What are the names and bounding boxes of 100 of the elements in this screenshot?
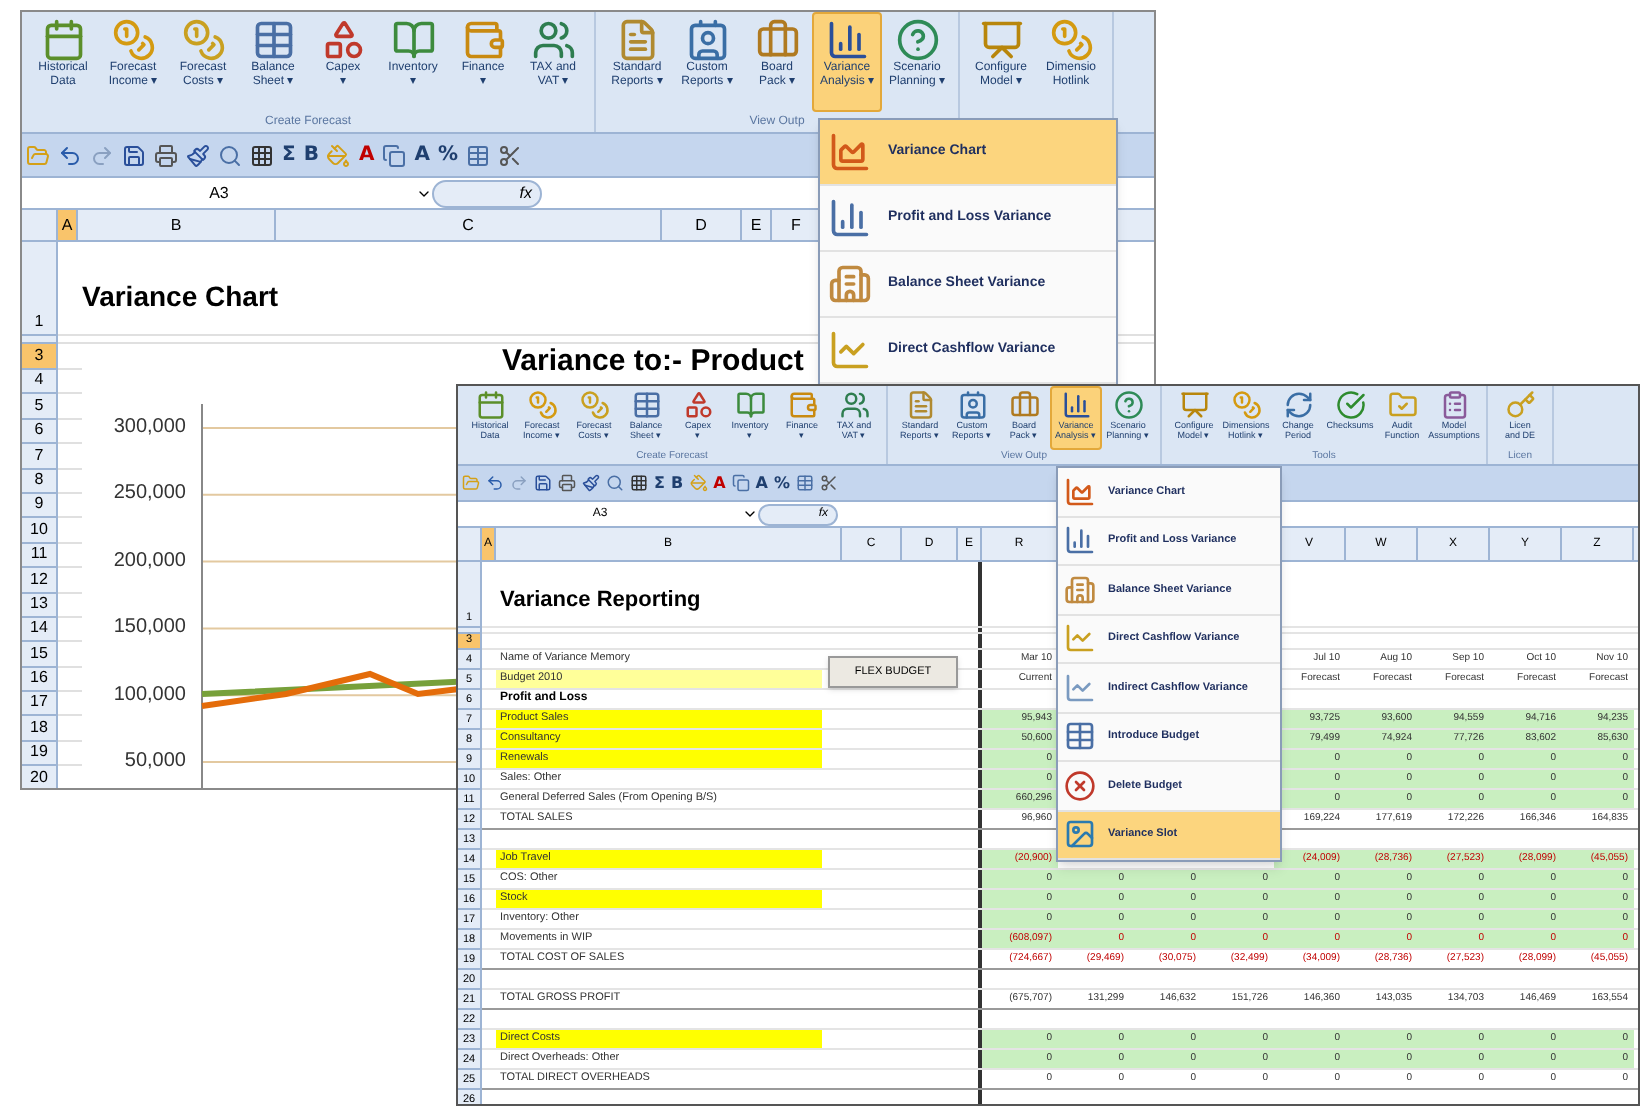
toolbar-symbol[interactable]: A	[414, 145, 430, 165]
column-header[interactable]: D	[662, 210, 742, 240]
magnifier-icon[interactable]	[218, 143, 242, 167]
toolbar-symbol[interactable]: A	[358, 145, 375, 165]
save-icon[interactable]	[534, 474, 552, 492]
row-header[interactable]: 18	[22, 716, 58, 742]
grid-icon[interactable]	[630, 474, 648, 492]
presentation-icon	[979, 18, 1023, 62]
toolbar-symbol[interactable]: %	[437, 145, 458, 165]
toolbar-symbol[interactable]: Σ	[654, 475, 665, 491]
row-header[interactable]: 9	[22, 493, 58, 519]
shapes-icon	[321, 18, 365, 62]
presentation-icon	[1179, 390, 1209, 420]
toolbar-symbol[interactable]: B	[303, 145, 319, 165]
coins-icon	[527, 390, 557, 420]
name-box[interactable]: A3	[22, 181, 416, 205]
book-icon	[391, 18, 435, 62]
wallet-icon	[461, 18, 505, 62]
calendar-icon	[41, 18, 85, 62]
axis-label: 250,000	[111, 482, 186, 507]
row-header[interactable]: 6	[22, 419, 58, 445]
column-header[interactable]: B	[78, 210, 276, 240]
contact-card-icon	[685, 18, 729, 62]
table-icon[interactable]	[466, 143, 490, 167]
undo-icon[interactable]	[58, 143, 82, 167]
undo-icon[interactable]	[486, 474, 504, 492]
row-header[interactable]: 13	[22, 593, 58, 618]
coins-icon	[1049, 18, 1093, 62]
row-header[interactable]: 1	[22, 242, 58, 336]
axis-label: 50,000	[122, 750, 186, 774]
line-chart-icon	[828, 328, 872, 372]
table-icon	[251, 18, 295, 62]
toolbar-symbol[interactable]: %	[773, 475, 790, 491]
toolbar-symbol[interactable]: B	[670, 475, 684, 491]
clipboard-icon	[1439, 390, 1469, 420]
briefcase-icon	[755, 18, 799, 62]
toolbar-symbol[interactable]: A	[713, 475, 726, 491]
cross-icon	[1064, 769, 1096, 802]
row-header[interactable]: 10	[22, 518, 58, 544]
function-button[interactable]: fx	[432, 179, 542, 207]
table-icon[interactable]	[796, 474, 814, 492]
area-chart-icon	[828, 130, 872, 174]
row-header[interactable]: 5	[22, 394, 58, 420]
refresh-icon	[1283, 390, 1313, 420]
check-icon	[1335, 390, 1365, 420]
bar-chart-icon	[1064, 524, 1096, 557]
key-icon	[1505, 390, 1535, 420]
sheet-title: Variance Reporting	[498, 585, 701, 615]
copy-icon[interactable]	[731, 474, 750, 492]
table-icon	[631, 390, 661, 420]
document-icon	[905, 390, 935, 420]
row-header[interactable]: 3	[22, 344, 58, 370]
building-icon	[1064, 573, 1096, 606]
axis-label: 100,000	[111, 683, 186, 708]
calendar-icon	[475, 390, 505, 420]
brush-icon[interactable]	[582, 474, 600, 492]
users-icon	[531, 18, 575, 62]
axis-label: 300,000	[111, 416, 186, 440]
scissors-icon[interactable]	[498, 143, 522, 167]
row-header[interactable]: 4	[22, 370, 58, 395]
book-icon	[735, 390, 765, 420]
axis-label: 200,000	[111, 549, 186, 574]
caret-icon[interactable]	[742, 506, 758, 522]
bar-chart-icon	[828, 196, 872, 240]
toolbar-symbol[interactable]: A	[755, 475, 768, 491]
row-header[interactable]: 8	[22, 469, 58, 494]
briefcase-icon	[1009, 390, 1039, 420]
row-header[interactable]: 14	[22, 617, 58, 643]
column-header[interactable]: A	[58, 210, 78, 240]
row-header[interactable]: 16	[22, 667, 58, 693]
row-header[interactable]: 11	[22, 543, 58, 569]
row-header[interactable]: 19	[22, 741, 58, 767]
area-chart-icon	[1064, 475, 1096, 508]
line-chart-icon	[1064, 671, 1096, 704]
sheet-title: Variance Chart	[82, 278, 279, 316]
contact-card-icon	[957, 390, 987, 420]
printer-icon[interactable]	[154, 143, 178, 167]
magnifier-icon[interactable]	[606, 474, 624, 492]
grid-icon[interactable]	[250, 143, 274, 167]
folder-icon	[1387, 390, 1417, 420]
coins-icon	[1231, 390, 1261, 420]
scissors-icon[interactable]	[820, 474, 838, 492]
table-icon	[1064, 720, 1096, 753]
coins-icon	[579, 390, 609, 420]
axis-label: 150,000	[111, 616, 186, 641]
toolbar-symbol[interactable]: Σ	[282, 145, 296, 165]
save-icon[interactable]	[122, 143, 146, 167]
row-header[interactable]: 17	[22, 692, 58, 717]
coins-icon	[111, 18, 155, 62]
column-header[interactable]: E	[742, 210, 772, 240]
copy-icon[interactable]	[382, 143, 407, 167]
row-header[interactable]: 15	[22, 642, 58, 668]
users-icon	[839, 390, 869, 420]
printer-icon[interactable]	[558, 474, 576, 492]
row-header[interactable]: 12	[22, 568, 58, 594]
column-header[interactable]: C	[276, 210, 662, 240]
row-header[interactable]: 7	[22, 444, 58, 470]
brush-icon[interactable]	[186, 143, 210, 167]
building-icon	[828, 262, 872, 306]
row-header[interactable]: 20	[22, 766, 58, 788]
